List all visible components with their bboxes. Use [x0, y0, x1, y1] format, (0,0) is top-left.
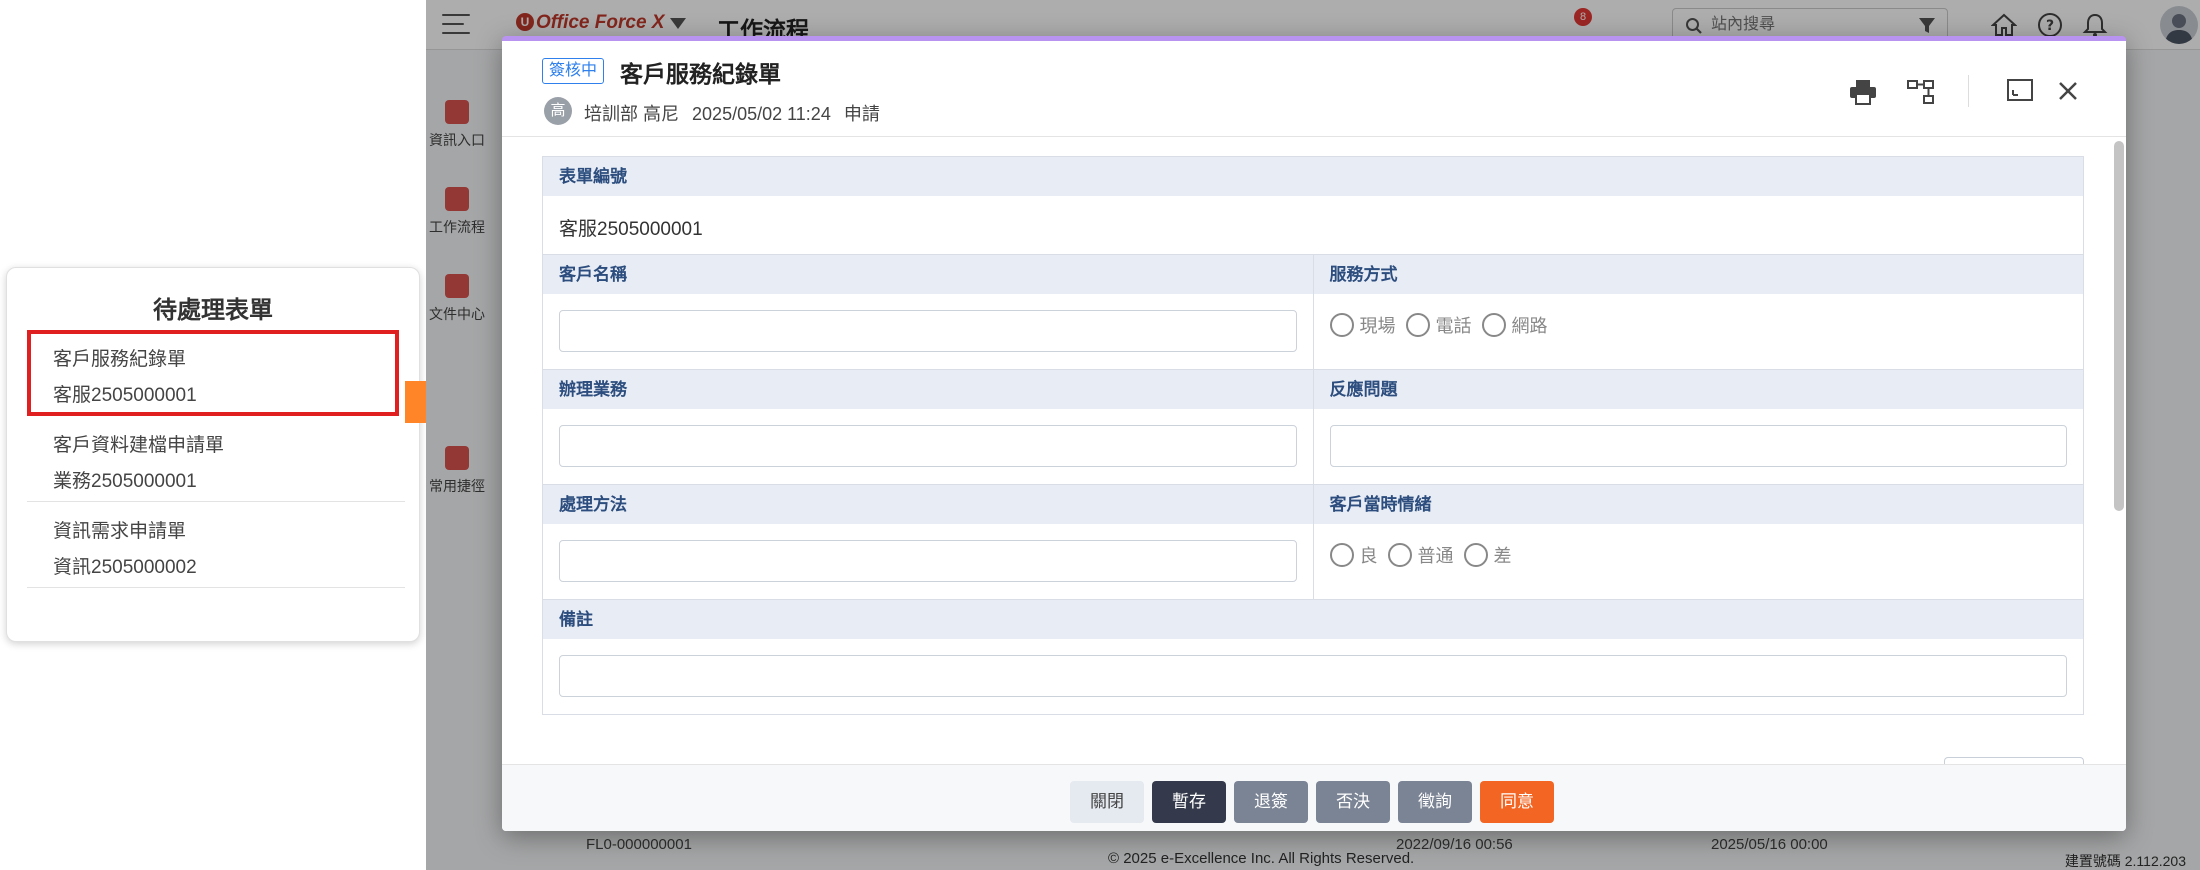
- feedback-cell: 反應問題: [1312, 370, 2083, 484]
- consult-button[interactable]: 徵詢: [1398, 781, 1472, 823]
- form-row: 備註: [543, 600, 2083, 714]
- mood-radios: 良 普通 差: [1329, 542, 1522, 568]
- pending-item-name: 客戶服務紀錄單: [53, 349, 187, 370]
- print-icon[interactable]: [1849, 79, 1877, 105]
- modal-header: 簽核中 客戶服務紀錄單 高 培訓部 高尼 2025/05/02 11:24 申請: [502, 41, 2126, 137]
- form-row: 辦理業務 反應問題: [543, 370, 2083, 485]
- customer-name-field[interactable]: [559, 310, 1297, 352]
- status-badge: 簽核中: [542, 58, 605, 84]
- close-icon[interactable]: [2056, 79, 2080, 103]
- customer-name-label: 客戶名稱: [543, 255, 1313, 294]
- radio-onsite[interactable]: 現場: [1329, 312, 1396, 338]
- pending-item-number: 資訊2505000002: [53, 557, 197, 578]
- handling-label: 處理方法: [543, 485, 1313, 524]
- modal-body: 表單編號 客服2505000001 客戶名稱 服務方式 現場 電話 網路 辦理業…: [502, 137, 2126, 764]
- applicant-info: 培訓部 高尼 2025/05/02 11:24 申請: [584, 100, 888, 126]
- radio-circle-icon: [1405, 313, 1430, 337]
- agree-button[interactable]: 同意: [1480, 781, 1554, 823]
- applicant-action: 申請: [843, 104, 880, 124]
- radio-phone[interactable]: 電話: [1405, 312, 1472, 338]
- applicant-avatar: 高: [544, 97, 572, 125]
- radio-bad[interactable]: 差: [1463, 542, 1512, 568]
- handling-field[interactable]: [559, 540, 1297, 582]
- applicant-dept: 培訓部 高尼: [584, 104, 680, 124]
- form-no-label: 表單編號: [543, 157, 2083, 196]
- maximize-icon[interactable]: [2007, 79, 2033, 103]
- radio-circle-icon: [1481, 313, 1506, 337]
- handling-cell: 處理方法: [543, 485, 1313, 599]
- service-method-cell: 服務方式 現場 電話 網路: [1312, 255, 2083, 369]
- remarks-field[interactable]: [559, 655, 2067, 697]
- partial-button[interactable]: [1944, 757, 2084, 764]
- pending-forms-title: 待處理表單: [153, 297, 273, 324]
- return-button[interactable]: 退簽: [1234, 781, 1308, 823]
- service-method-label: 服務方式: [1313, 255, 2083, 294]
- modal-footer: 關閉 暫存 退簽 否決 徵詢 同意: [502, 764, 2126, 831]
- radio-circle-icon: [1329, 313, 1354, 337]
- feedback-field[interactable]: [1329, 425, 2067, 467]
- close-button[interactable]: 關閉: [1070, 781, 1144, 823]
- form-modal: 簽核中 客戶服務紀錄單 高 培訓部 高尼 2025/05/02 11:24 申請…: [502, 36, 2126, 831]
- scrollbar[interactable]: [2114, 141, 2124, 511]
- applicant-time: 2025/05/02 11:24: [692, 104, 831, 124]
- radio-circle-icon: [1387, 543, 1412, 567]
- pending-item-name: 資訊需求申請單: [53, 521, 187, 542]
- customer-name-cell: 客戶名稱: [543, 255, 1313, 369]
- mood-cell: 客戶當時情緒 良 普通 差: [1312, 485, 2083, 599]
- business-field[interactable]: [559, 425, 1297, 467]
- action-buttons: 關閉 暫存 退簽 否決 徵詢 同意: [1070, 781, 1562, 823]
- remarks-label: 備註: [543, 600, 2083, 639]
- pending-item-customer-data[interactable]: 客戶資料建檔申請單 業務2505000001: [27, 416, 405, 502]
- flowchart-icon[interactable]: [1907, 79, 1935, 105]
- copyright: © 2025 e-Excellence Inc. All Rights Rese…: [1108, 850, 1415, 867]
- pending-item-customer-service[interactable]: 客戶服務紀錄單 客服2505000001: [27, 330, 399, 416]
- form-row: 客戶名稱 服務方式 現場 電話 網路: [543, 255, 2083, 370]
- header-divider: [1968, 75, 1969, 107]
- pending-item-number: 客服2505000001: [53, 385, 197, 406]
- pending-item-it-request[interactable]: 資訊需求申請單 資訊2505000002: [27, 502, 405, 588]
- radio-normal[interactable]: 普通: [1387, 542, 1454, 568]
- remarks-cell: 備註: [543, 600, 2083, 714]
- pending-item-number: 業務2505000001: [53, 471, 197, 492]
- form-row: 處理方法 客戶當時情緒 良 普通 差: [543, 485, 2083, 600]
- business-cell: 辦理業務: [543, 370, 1313, 484]
- reject-button[interactable]: 否決: [1316, 781, 1390, 823]
- save-draft-button[interactable]: 暫存: [1152, 781, 1226, 823]
- pending-forms-panel: 待處理表單 客戶服務紀錄單 客服2505000001 客戶資料建檔申請單 業務2…: [6, 267, 420, 642]
- modal-title: 客戶服務紀錄單: [620, 61, 781, 87]
- radio-circle-icon: [1329, 543, 1354, 567]
- radio-online[interactable]: 網路: [1481, 312, 1548, 338]
- service-method-radios: 現場 電話 網路: [1329, 312, 1558, 338]
- pending-item-name: 客戶資料建檔申請單: [53, 435, 225, 456]
- feedback-label: 反應問題: [1313, 370, 2083, 409]
- radio-good[interactable]: 良: [1329, 542, 1378, 568]
- customer-service-form: 表單編號 客服2505000001 客戶名稱 服務方式 現場 電話 網路 辦理業…: [542, 156, 2084, 715]
- form-no-value: 客服2505000001: [559, 219, 703, 240]
- form-row: 表單編號 客服2505000001: [543, 157, 2083, 255]
- footer: © 2025 e-Excellence Inc. All Rights Rese…: [426, 850, 2200, 870]
- build-number: 建置號碼 2.112.203: [2064, 853, 2186, 869]
- form-no-cell: 表單編號 客服2505000001: [543, 157, 2083, 254]
- business-label: 辦理業務: [543, 370, 1313, 409]
- radio-circle-icon: [1463, 543, 1488, 567]
- mood-label: 客戶當時情緒: [1313, 485, 2083, 524]
